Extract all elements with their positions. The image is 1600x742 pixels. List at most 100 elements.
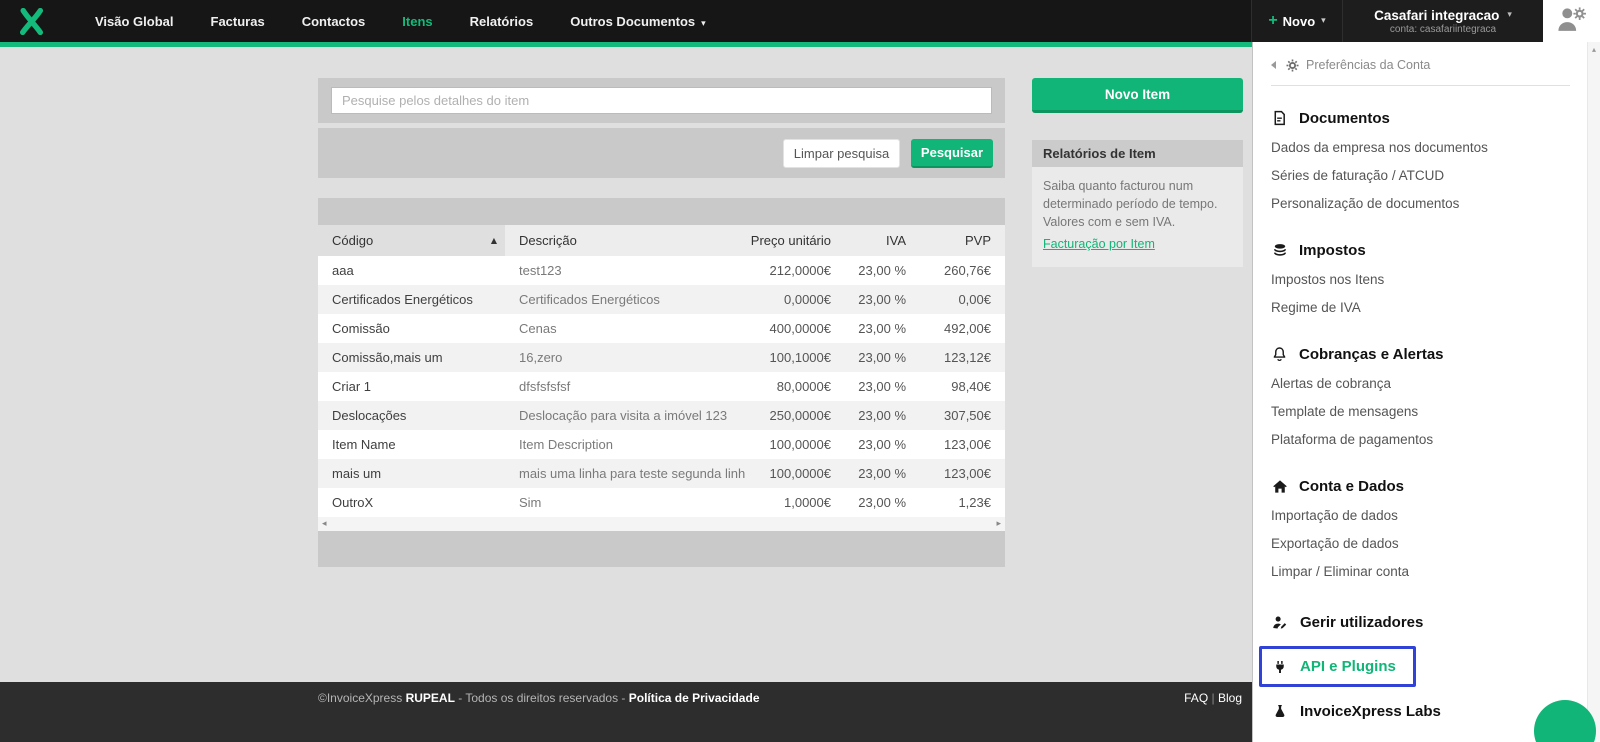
sidebar-section-items: Dados da empresa nos documentosSéries de…: [1271, 134, 1570, 218]
table-body: aaatest123212,0000€23,00 %260,76€Certifi…: [318, 256, 1005, 517]
nav-item-5[interactable]: Outros Documentos▾: [570, 14, 706, 29]
sidebar-item[interactable]: Dados da empresa nos documentos: [1271, 134, 1570, 162]
scroll-right-icon[interactable]: ▸: [996, 520, 1001, 529]
novo-button[interactable]: + Novo ▾: [1251, 0, 1343, 42]
search-actions-bar: Limpar pesquisa Pesquisar: [318, 128, 1005, 178]
cell: 23,00 %: [845, 437, 920, 452]
account-preferences-label: Preferências da Conta: [1306, 58, 1430, 72]
sidebar-link-label: Gerir utilizadores: [1300, 614, 1423, 631]
account-preferences-item[interactable]: Preferências da Conta: [1271, 58, 1570, 72]
faq-link[interactable]: FAQ: [1184, 691, 1208, 705]
column-header-label: PVP: [965, 233, 991, 248]
sidebar-section-0[interactable]: Documentos: [1271, 106, 1570, 130]
sidebar-item[interactable]: Plataforma de pagamentos: [1271, 426, 1570, 454]
cell: Deslocações: [318, 408, 505, 423]
sidebar-link-api-e-plugins[interactable]: API e Plugins: [1259, 646, 1416, 687]
cell: 23,00 %: [845, 292, 920, 307]
cell: mais uma linha para teste segunda linha: [505, 466, 745, 481]
table-row[interactable]: OutroXSim1,0000€23,00 %1,23€: [318, 488, 1005, 517]
sidebar-link-invoicexpress-labs[interactable]: InvoiceXpress Labs: [1271, 699, 1570, 723]
scroll-left-icon[interactable]: ◂: [322, 520, 327, 529]
cell: Item Description: [505, 437, 745, 452]
table-row[interactable]: mais ummais uma linha para teste segunda…: [318, 459, 1005, 488]
cell: Comissão,mais um: [318, 350, 505, 365]
cell: 0,00€: [920, 292, 1005, 307]
horizontal-scrollbar[interactable]: ◂ ▸: [318, 517, 1005, 531]
cell: 100,0000€: [745, 466, 845, 481]
sidebar-item[interactable]: Regime de IVA: [1271, 294, 1570, 322]
sidebar-link-gerir-utilizadores[interactable]: Gerir utilizadores: [1271, 610, 1570, 634]
account-menu[interactable]: Casafari integracao ▾ conta: casafariint…: [1343, 0, 1543, 42]
nav-item-3[interactable]: Itens: [402, 14, 432, 29]
footer-rights: - Todos os direitos reservados -: [455, 691, 629, 705]
account-subtitle: conta: casafariintegraca: [1390, 24, 1496, 35]
sidebar-item[interactable]: Impostos nos Itens: [1271, 266, 1570, 294]
cell: 123,00€: [920, 437, 1005, 452]
sidebar-scrollbar[interactable]: ▴: [1587, 42, 1600, 742]
nav-item-2[interactable]: Contactos: [302, 14, 366, 29]
nav-item-0[interactable]: Visão Global: [95, 14, 174, 29]
search-input[interactable]: [331, 87, 992, 114]
table-row[interactable]: ComissãoCenas400,0000€23,00 %492,00€: [318, 314, 1005, 343]
sidebar-item[interactable]: Personalização de documentos: [1271, 190, 1570, 218]
clear-search-button[interactable]: Limpar pesquisa: [783, 139, 900, 168]
footer-company: RUPEAL: [406, 691, 455, 705]
table-row[interactable]: DeslocaçõesDeslocação para visita a imóv…: [318, 401, 1005, 430]
sidebar-section-items: Alertas de cobrançaTemplate de mensagens…: [1271, 370, 1570, 454]
user-edit-icon: [1271, 615, 1288, 630]
scroll-up-icon[interactable]: ▴: [1588, 45, 1600, 54]
column-header-3[interactable]: IVA: [845, 225, 920, 256]
bell-icon: [1271, 346, 1288, 362]
sidebar-item[interactable]: Séries de faturação / ATCUD: [1271, 162, 1570, 190]
user-settings-button[interactable]: [1543, 0, 1600, 42]
new-item-button[interactable]: Novo Item: [1032, 78, 1243, 113]
novo-button-label: Novo: [1283, 14, 1316, 29]
invoicexpress-logo-icon[interactable]: [18, 8, 45, 35]
column-header-label: Descrição: [519, 233, 577, 248]
table-row[interactable]: aaatest123212,0000€23,00 %260,76€: [318, 256, 1005, 285]
billing-per-item-link[interactable]: Facturação por Item: [1043, 235, 1155, 253]
item-reports-title: Relatórios de Item: [1032, 140, 1243, 167]
footer-links-separator: |: [1212, 691, 1215, 705]
cell: 100,0000€: [745, 437, 845, 452]
items-table-panel: Código▲ Descrição Preço unitárioIVA PVP aaa…: [318, 198, 1005, 567]
cell: 23,00 %: [845, 350, 920, 365]
blog-link[interactable]: Blog: [1218, 691, 1242, 705]
sidebar-item[interactable]: Limpar / Eliminar conta: [1271, 558, 1570, 586]
nav-menu: Visão Global Facturas Contactos Itens Relató…: [95, 0, 743, 42]
chevron-down-icon: ▾: [701, 19, 706, 29]
table-row[interactable]: Comissão,mais um16,zero100,1000€23,00 %1…: [318, 343, 1005, 372]
home-icon: [1271, 479, 1288, 494]
column-header-1[interactable]: Descrição: [505, 225, 745, 256]
document-icon: [1271, 110, 1288, 126]
privacy-policy-link[interactable]: Política de Privacidade: [629, 691, 760, 705]
sidebar-section-2[interactable]: Cobranças e Alertas: [1271, 342, 1570, 366]
chevron-down-icon: ▾: [1507, 10, 1512, 20]
sidebar-item[interactable]: Alertas de cobrança: [1271, 370, 1570, 398]
user-gear-icon: [1556, 6, 1588, 37]
gear-icon: [1286, 59, 1299, 72]
sidebar-section-3[interactable]: Conta e Dados: [1271, 474, 1570, 498]
nav-item-4[interactable]: Relatórios: [470, 14, 534, 29]
column-header-label: Código: [332, 233, 373, 248]
cell: 23,00 %: [845, 263, 920, 278]
sidebar-section-1[interactable]: Impostos: [1271, 238, 1570, 262]
search-button[interactable]: Pesquisar: [911, 139, 993, 168]
sidebar-item[interactable]: Template de mensagens: [1271, 398, 1570, 426]
sidebar-link-label: API e Plugins: [1300, 658, 1396, 675]
cell: Comissão: [318, 321, 505, 336]
search-panel: [318, 78, 1005, 123]
nav-item-1[interactable]: Facturas: [211, 14, 265, 29]
table-row[interactable]: Item NameItem Description100,0000€23,00 …: [318, 430, 1005, 459]
column-header-0[interactable]: Código▲: [318, 225, 505, 256]
main-content: Limpar pesquisa Pesquisar Código▲ Descriç…: [0, 47, 1252, 682]
sidebar-item[interactable]: Exportação de dados: [1271, 530, 1570, 558]
sidebar-section-items: Impostos nos ItensRegime de IVA: [1271, 266, 1570, 322]
table-row[interactable]: Criar 1dfsfsfsfsf80,0000€23,00 %98,40€: [318, 372, 1005, 401]
page-footer: ©InvoiceXpress RUPEAL - Todos os direito…: [0, 682, 1252, 742]
column-header-2[interactable]: Preço unitário: [745, 225, 845, 256]
cell: 260,76€: [920, 263, 1005, 278]
sidebar-item[interactable]: Importação de dados: [1271, 502, 1570, 530]
table-row[interactable]: Certificados EnergéticosCertificados Ene…: [318, 285, 1005, 314]
column-header-4[interactable]: PVP: [920, 225, 1005, 256]
